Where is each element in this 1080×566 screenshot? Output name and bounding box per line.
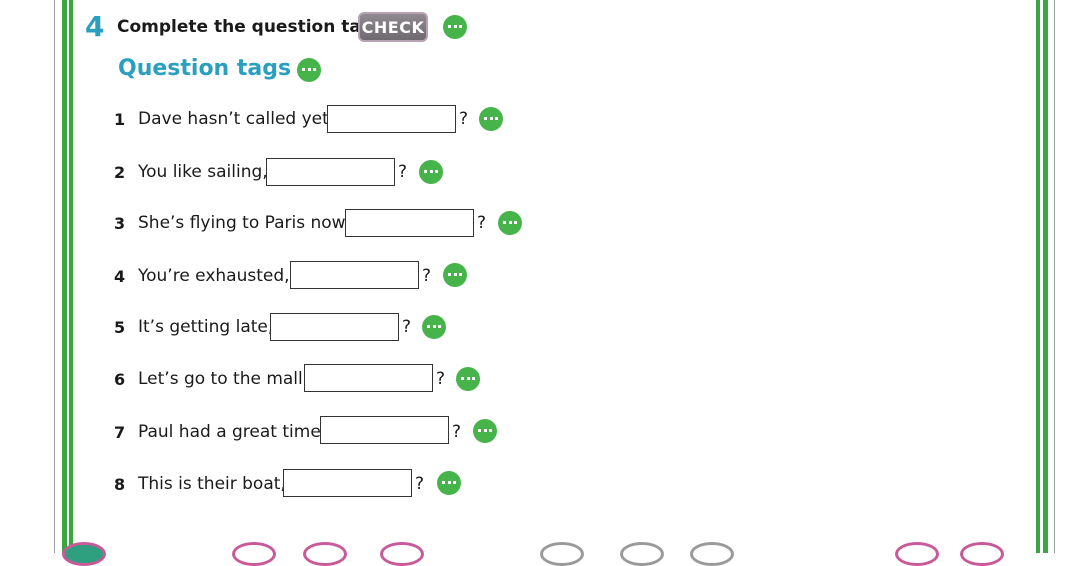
answer-input[interactable] [283, 469, 412, 497]
question-number: 7 [114, 423, 126, 442]
answer-input[interactable] [327, 105, 456, 133]
more-options-icon[interactable] [419, 160, 443, 184]
more-options-icon[interactable] [437, 471, 461, 495]
question-number: 1 [114, 110, 126, 129]
more-options-icon[interactable] [479, 107, 503, 131]
bottom-decoration [690, 542, 734, 566]
question-mark: ? [422, 266, 432, 286]
question-text: It’s getting late, [138, 317, 274, 337]
question-text: Paul had a great time, [138, 422, 327, 442]
question-number: 4 [114, 267, 126, 286]
answer-input[interactable] [290, 261, 419, 289]
question-number: 8 [114, 475, 126, 494]
bottom-decoration [303, 542, 347, 566]
question-text: You like sailing, [138, 162, 268, 182]
check-button[interactable]: CHECK [358, 12, 428, 42]
page-border-right-green [1043, 0, 1048, 553]
question-number: 5 [114, 318, 126, 337]
exercise-number: 4 [85, 10, 105, 43]
bottom-decoration [540, 542, 584, 566]
bottom-decoration [960, 542, 1004, 566]
page-border-right-green-inner [1036, 0, 1040, 553]
more-options-icon[interactable] [473, 419, 497, 443]
question-mark: ? [459, 109, 469, 129]
question-number: 2 [114, 163, 126, 182]
more-options-icon[interactable] [422, 315, 446, 339]
question-text: You’re exhausted, [138, 266, 290, 286]
question-text: Dave hasn’t called yet, [138, 109, 335, 129]
question-text: Let’s go to the mall, [138, 369, 309, 389]
question-text: This is their boat, [138, 474, 286, 494]
more-options-icon[interactable] [498, 211, 522, 235]
more-options-icon[interactable] [443, 15, 467, 39]
page-border-left-green-inner [69, 0, 73, 553]
page-border-left [54, 0, 55, 553]
bottom-decoration [895, 542, 939, 566]
question-number: 6 [114, 370, 126, 389]
bottom-decoration [62, 542, 106, 566]
question-mark: ? [436, 369, 446, 389]
more-options-icon[interactable] [456, 367, 480, 391]
answer-input[interactable] [266, 158, 395, 186]
answer-input[interactable] [270, 313, 399, 341]
question-text: She’s flying to Paris now, [138, 213, 351, 233]
question-number: 3 [114, 214, 126, 233]
question-mark: ? [402, 317, 412, 337]
answer-input[interactable] [320, 416, 449, 444]
page-border-right [1054, 0, 1055, 553]
page-border-left-green [62, 0, 67, 553]
bottom-decoration [232, 542, 276, 566]
question-mark: ? [398, 162, 408, 182]
answer-input[interactable] [345, 209, 474, 237]
question-mark: ? [477, 213, 487, 233]
exercise-title: Complete the question tags. [117, 17, 390, 37]
answer-input[interactable] [304, 364, 433, 392]
question-mark: ? [452, 422, 462, 442]
section-title: Question tags [118, 56, 292, 81]
more-options-icon[interactable] [443, 263, 467, 287]
bottom-decoration [380, 542, 424, 566]
more-options-icon[interactable] [297, 58, 321, 82]
question-mark: ? [415, 474, 425, 494]
bottom-decoration [620, 542, 664, 566]
